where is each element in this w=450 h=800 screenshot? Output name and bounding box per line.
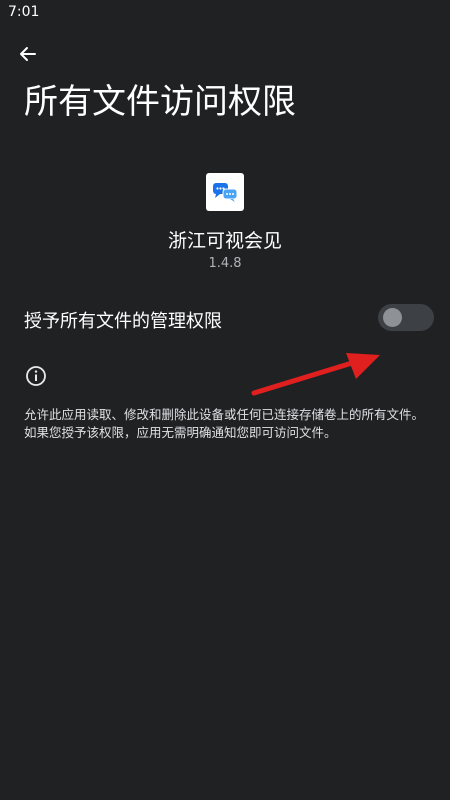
permission-label: 授予所有文件的管理权限 bbox=[24, 311, 222, 332]
app-icon bbox=[206, 173, 244, 211]
app-name: 浙江可视会见 bbox=[167, 230, 282, 252]
chat-bubbles-icon bbox=[213, 183, 238, 202]
page-title: 所有文件访问权限 bbox=[24, 82, 296, 122]
info-icon bbox=[26, 366, 46, 386]
toggle-thumb bbox=[383, 308, 402, 327]
status-bar: 7:01 bbox=[0, 0, 450, 28]
status-time: 7:01 bbox=[8, 4, 40, 20]
permission-description: 允许此应用读取、修改和删除此设备或任何已连接存储卷上的所有文件。如果您授予该权限… bbox=[24, 407, 425, 440]
all-files-permission-row[interactable]: 授予所有文件的管理权限 bbox=[0, 298, 450, 340]
back-button[interactable] bbox=[12, 38, 44, 70]
app-version: 1.4.8 bbox=[208, 256, 242, 271]
permission-toggle[interactable] bbox=[378, 304, 434, 331]
arrow-back-icon bbox=[20, 47, 36, 61]
annotation-arrow-icon bbox=[251, 353, 380, 396]
